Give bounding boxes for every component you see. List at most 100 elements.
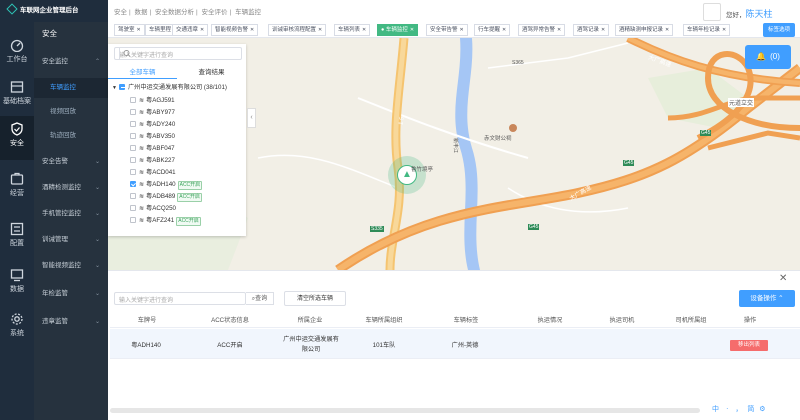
tab-vehicle-monitor[interactable]: ● 车辆监控 ✕ (377, 24, 419, 36)
close-icon[interactable]: ✕ (460, 27, 464, 33)
checkbox[interactable] (130, 217, 136, 223)
rail-item-system[interactable]: 系统 (0, 306, 34, 346)
chevron-left-icon: ‹ (250, 114, 253, 121)
rail-item-archive[interactable]: 基础档案 (0, 74, 34, 114)
close-icon[interactable]: ✕ (722, 27, 726, 33)
close-icon[interactable]: ✕ (665, 27, 669, 33)
vehicle-list-item[interactable]: ≋ 粤ABV350 (130, 131, 175, 143)
breadcrumb-item[interactable]: 安全评价 (202, 9, 228, 16)
checkbox[interactable] (130, 169, 136, 175)
tab-alcohol-missing[interactable]: 酒精缺测申报记录 ✕ (615, 24, 674, 36)
gear-icon[interactable]: ⚙ (759, 406, 765, 413)
cell-org: 101车队 (372, 342, 396, 349)
vehicle-list-item[interactable]: ≋ 粤ABF047 (130, 143, 175, 155)
vehicle-search-input[interactable]: 输入关键字进行查询 (114, 47, 242, 60)
collapse-panel-button[interactable]: ‹ (247, 108, 256, 128)
tab-video-alarm[interactable]: 智能视频告警 ✕ (211, 24, 259, 36)
tab-seatbelt[interactable]: 安全带告警 ✕ (426, 24, 468, 36)
selected-search-input[interactable]: 输入关键字进行查询 (114, 292, 246, 305)
clear-selected-button[interactable]: 清空所选车辆 (284, 291, 346, 306)
tab-inspection-record[interactable]: 车辆年检记录 ✕ (683, 24, 731, 36)
vehicle-list-item[interactable]: ≋ 粤AFZ241 ACC开启 (130, 215, 201, 227)
ime-tray[interactable]: 中 ㆍ ， 简 ⚙ (712, 404, 769, 418)
rail-item-config[interactable]: 配置 (0, 216, 34, 256)
vehicle-list-item[interactable]: ≋ 粤ADB489 ACC开启 (130, 191, 202, 203)
query-button[interactable]: ⌕查询 (246, 292, 274, 305)
close-icon[interactable]: ✕ (362, 27, 366, 33)
breadcrumb-item[interactable]: 安全数据分析 (155, 9, 194, 16)
user-greeting[interactable]: 您好，陈天柱 (726, 7, 773, 20)
acc-badge: ACC开启 (176, 217, 201, 226)
device-ops-button[interactable]: 设备操作 ⌃ (739, 290, 795, 307)
checkbox[interactable] (130, 205, 136, 211)
checkbox[interactable] (130, 145, 136, 151)
search-icon[interactable] (119, 48, 133, 59)
tab-options-button[interactable]: 标签选项 (762, 23, 795, 37)
vehicle-list-item[interactable]: ≋ 粤ABY977 (130, 107, 175, 119)
horizontal-scrollbar[interactable] (110, 408, 700, 413)
table-row[interactable]: 粤ADH140 ACC开启 广州中运交通发展有 限公司 101车队 广州-英德 (110, 329, 800, 359)
tab-cab[interactable]: 驾驶室 ✕ (114, 24, 145, 36)
breadcrumb-item[interactable]: 车辆监控 (235, 9, 261, 16)
tree-company-node[interactable]: ▼ 广州中运交通发展有限公司 (38/101) (112, 82, 227, 94)
submenu-group-alarm[interactable]: 安全告警 ⌄ (34, 152, 108, 172)
rail-item-safety[interactable]: 安全 (0, 116, 34, 160)
tab-label: 交通违章 (176, 27, 199, 33)
close-icon[interactable]: ✕ (137, 27, 141, 33)
ime-simplified-icon[interactable]: 简 (747, 406, 754, 413)
vehicle-list-item[interactable]: ≋ 粤ADH140 ACC开启 (130, 179, 203, 191)
tab-all-vehicles[interactable]: 全部车辆 (108, 66, 177, 79)
avatar[interactable] (703, 3, 721, 21)
vehicle-list-item[interactable]: ≋ 粤AGJ591 (130, 95, 175, 107)
remove-from-list-button[interactable]: 移出列表 (730, 340, 768, 351)
submenu-group-discipline[interactable]: 训诫管理 ⌄ (34, 230, 108, 250)
tab-vehicle-list[interactable]: 车辆列表 ✕ (334, 24, 371, 36)
user-name[interactable]: 陈天柱 (746, 9, 773, 19)
close-icon[interactable]: ✕ (779, 273, 787, 284)
vehicle-list-item[interactable]: ≋ 粤ADY240 (130, 119, 175, 131)
tab-driving-reminder[interactable]: 行车提醒 ✕ (474, 24, 511, 36)
submenu-group-violation[interactable]: 违章监管 ⌄ (34, 312, 108, 332)
checkbox[interactable] (130, 181, 136, 187)
rail-item-workbench[interactable]: 工作台 (0, 32, 34, 72)
vehicle-list-item[interactable]: ≋ 粤ACQ250 (130, 203, 176, 215)
submenu-group-inspection[interactable]: 年检监管 ⌄ (34, 284, 108, 304)
rail-item-data[interactable]: 数据 (0, 262, 34, 302)
checkbox[interactable] (130, 97, 136, 103)
close-icon[interactable]: ✕ (200, 27, 204, 33)
ime-punct-icon[interactable]: ， (735, 406, 742, 413)
submenu-item-vehicle-monitor[interactable]: 车辆监控 (34, 78, 108, 98)
notification-button[interactable]: 🔔 (0) (745, 45, 791, 69)
submenu-group-alcohol[interactable]: 酒精检测监控 ⌄ (34, 178, 108, 198)
rail-item-operations[interactable]: 经营 (0, 166, 34, 206)
submenu-item-track-playback[interactable]: 轨迹回放 (34, 126, 108, 146)
ime-dot-icon[interactable]: ㆍ (724, 406, 730, 413)
close-icon[interactable]: ✕ (250, 27, 254, 33)
tab-traffic-violation[interactable]: 交通违章 ✕ (172, 24, 209, 36)
close-icon[interactable]: ✕ (502, 27, 506, 33)
submenu-item-video-playback[interactable]: 视频回放 (34, 102, 108, 122)
vehicle-list-item[interactable]: ≋ 粤ACD041 (130, 167, 176, 179)
close-icon[interactable]: ✕ (557, 27, 561, 33)
ime-chinese-icon[interactable]: 中 (712, 406, 719, 413)
tab-discipline-flow[interactable]: 训诫审核流程配置 ✕ (268, 24, 327, 36)
checkbox[interactable] (130, 109, 136, 115)
close-icon[interactable]: ✕ (318, 27, 322, 33)
vehicle-list-item[interactable]: ≋ 粤ABK227 (130, 155, 175, 167)
submenu-group-smart-video[interactable]: 智能视频监控 ⌄ (34, 256, 108, 276)
tab-drunk-record[interactable]: 酒驾记录 ✕ (573, 24, 610, 36)
close-icon[interactable]: ✕ (601, 27, 605, 33)
checkbox[interactable] (130, 121, 136, 127)
close-icon[interactable]: ✕ (410, 27, 414, 33)
submenu-group-phone[interactable]: 手机管控监控 ⌄ (34, 204, 108, 224)
tab-drunk-alarm[interactable]: 酒驾异常告警 ✕ (518, 24, 566, 36)
submenu-group-safety-monitor[interactable]: 安全监控 ⌃ (34, 52, 108, 72)
rail-label: 基础档案 (3, 98, 31, 105)
tab-query-results[interactable]: 查询结果 (177, 66, 246, 79)
breadcrumb-item[interactable]: 数据 (135, 9, 148, 16)
checkbox[interactable] (130, 133, 136, 139)
checkbox[interactable] (118, 84, 125, 90)
breadcrumb-item[interactable]: 安全 (114, 9, 127, 16)
checkbox[interactable] (130, 193, 136, 199)
checkbox[interactable] (130, 157, 136, 163)
